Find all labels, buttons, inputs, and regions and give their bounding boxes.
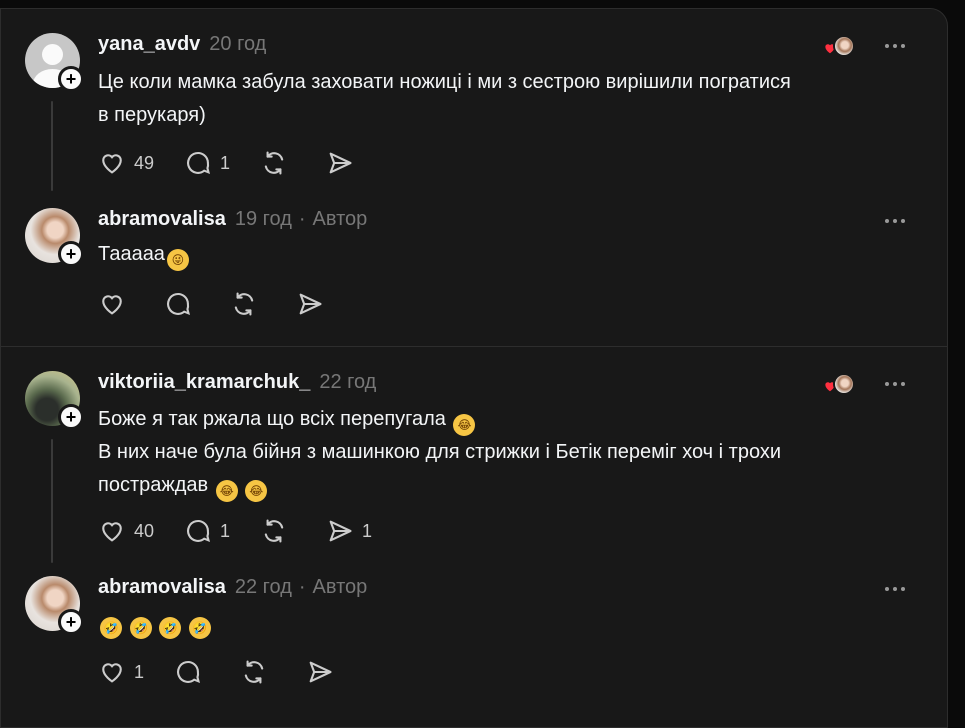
- separator-dot: ·: [298, 208, 306, 230]
- send-icon: [329, 152, 352, 174]
- heart-icon: [102, 154, 122, 174]
- repost-icon: [234, 292, 254, 316]
- repost-button[interactable]: [230, 290, 266, 318]
- post-header: abramovalisa 22 год · Автор: [98, 576, 367, 599]
- post-actions: 40 1 1: [98, 517, 402, 545]
- repost-icon: [264, 151, 284, 175]
- more-dots-icon[interactable]: [881, 211, 909, 231]
- like-count: 1: [134, 661, 145, 682]
- like-button[interactable]: 40: [98, 517, 154, 545]
- post-text: Боже я так ржала що всіх перепугала 😂 В …: [98, 403, 898, 502]
- post-text-line: в перукаря): [98, 104, 206, 126]
- post-text: Таaааа 😜: [98, 238, 898, 271]
- repost-button[interactable]: [260, 517, 296, 545]
- rolling-laughing-emoji-icon: 🤣: [159, 617, 182, 639]
- rolling-laughing-emoji-icon: 🤣: [129, 617, 152, 639]
- tears-of-joy-emoji-icon: 😂: [215, 480, 238, 502]
- share-count: 1: [362, 520, 373, 541]
- send-icon: [309, 661, 332, 683]
- timestamp[interactable]: 20 год: [209, 33, 266, 56]
- liker-avatar: [833, 35, 855, 57]
- tongue-face-emoji-icon: 😜: [166, 249, 189, 271]
- send-icon: [299, 293, 322, 315]
- avatar-container: +: [25, 576, 84, 635]
- avatar-container: +: [25, 33, 84, 92]
- timestamp[interactable]: 22 год: [235, 576, 292, 599]
- more-dots-icon[interactable]: [881, 36, 909, 56]
- follow-plus-icon[interactable]: +: [58, 609, 84, 635]
- reply-button[interactable]: [164, 290, 200, 318]
- tears-of-joy-emoji-icon: 😂: [453, 414, 476, 436]
- like-button[interactable]: 49: [98, 149, 154, 177]
- post-text-line: Таaааа: [98, 243, 165, 265]
- like-count: 49: [134, 152, 155, 173]
- thread-2: + viktoriia_kramarchuk_ 22 год Боже я та…: [1, 346, 947, 726]
- repost-button[interactable]: [240, 658, 276, 686]
- thread-connector-line: [51, 101, 53, 191]
- reply-button[interactable]: [174, 658, 210, 686]
- heart-icon: [102, 522, 122, 542]
- post-actions: 1: [98, 658, 372, 686]
- post-header: yana_avdv 20 год: [98, 33, 266, 56]
- post-text-line: В них наче була бійня з машинкою для стр…: [98, 441, 782, 463]
- thread-connector-line: [51, 439, 53, 563]
- post-text-line: Це коли мамка забула заховати ножиці і м…: [98, 71, 791, 93]
- tears-of-joy-emoji-icon: 😂: [245, 480, 268, 502]
- post-text: 🤣 🤣 🤣 🤣: [98, 606, 898, 639]
- timestamp[interactable]: 19 год: [235, 208, 292, 231]
- repost-icon: [264, 519, 284, 543]
- username[interactable]: viktoriia_kramarchuk_: [98, 371, 310, 394]
- comment-icon: [167, 292, 191, 316]
- more-dots-icon[interactable]: [881, 579, 909, 599]
- post-actions: [98, 290, 362, 318]
- share-button[interactable]: 1: [326, 517, 372, 545]
- follow-plus-icon[interactable]: +: [58, 404, 84, 430]
- reply-count: 1: [220, 520, 231, 541]
- thread-1: + yana_avdv 20 год Це коли мамка забула …: [1, 9, 947, 346]
- post-text-line: Боже я так ржала що всіх перепугала: [98, 408, 446, 430]
- threads-panel: + yana_avdv 20 год Це коли мамка забула …: [0, 8, 948, 728]
- author-badge: Автор: [312, 208, 368, 230]
- post-text-line: постраждав: [98, 474, 209, 496]
- reply-button[interactable]: 1: [184, 149, 230, 177]
- liked-by-author-icon: [823, 33, 855, 59]
- share-button[interactable]: [296, 290, 332, 318]
- liked-by-author-icon: [823, 371, 855, 397]
- heart-icon: [102, 663, 122, 683]
- username[interactable]: abramovalisa: [98, 208, 226, 231]
- post-header: abramovalisa 19 год · Автор: [98, 208, 367, 231]
- post-text: Це коли мамка забула заховати ножиці і м…: [98, 66, 898, 132]
- share-button[interactable]: [326, 149, 362, 177]
- follow-plus-icon[interactable]: +: [58, 66, 84, 92]
- author-badge: Автор: [312, 576, 368, 598]
- reply-count: 1: [220, 152, 231, 173]
- reply-button[interactable]: 1: [184, 517, 230, 545]
- like-button[interactable]: 1: [98, 658, 144, 686]
- heart-icon: [102, 295, 122, 315]
- username[interactable]: yana_avdv: [98, 33, 200, 56]
- username[interactable]: abramovalisa: [98, 576, 226, 599]
- post-header: viktoriia_kramarchuk_ 22 год: [98, 371, 376, 394]
- like-count: 40: [134, 520, 155, 541]
- liker-avatar: [833, 373, 855, 395]
- comment-icon: [187, 519, 211, 543]
- timestamp[interactable]: 22 год: [319, 371, 376, 394]
- repost-button[interactable]: [260, 149, 296, 177]
- rolling-laughing-emoji-icon: 🤣: [188, 617, 211, 639]
- like-button[interactable]: [98, 290, 134, 318]
- send-icon: [329, 520, 352, 542]
- repost-icon: [244, 660, 264, 684]
- avatar-container: +: [25, 371, 84, 430]
- follow-plus-icon[interactable]: +: [58, 241, 84, 267]
- separator-dot: ·: [298, 576, 306, 598]
- avatar-container: +: [25, 208, 84, 267]
- comment-icon: [177, 660, 201, 684]
- comment-icon: [187, 151, 211, 175]
- post-actions: 49 1: [98, 149, 392, 177]
- share-button[interactable]: [306, 658, 342, 686]
- more-dots-icon[interactable]: [881, 374, 909, 394]
- rolling-laughing-emoji-icon: 🤣: [100, 617, 122, 639]
